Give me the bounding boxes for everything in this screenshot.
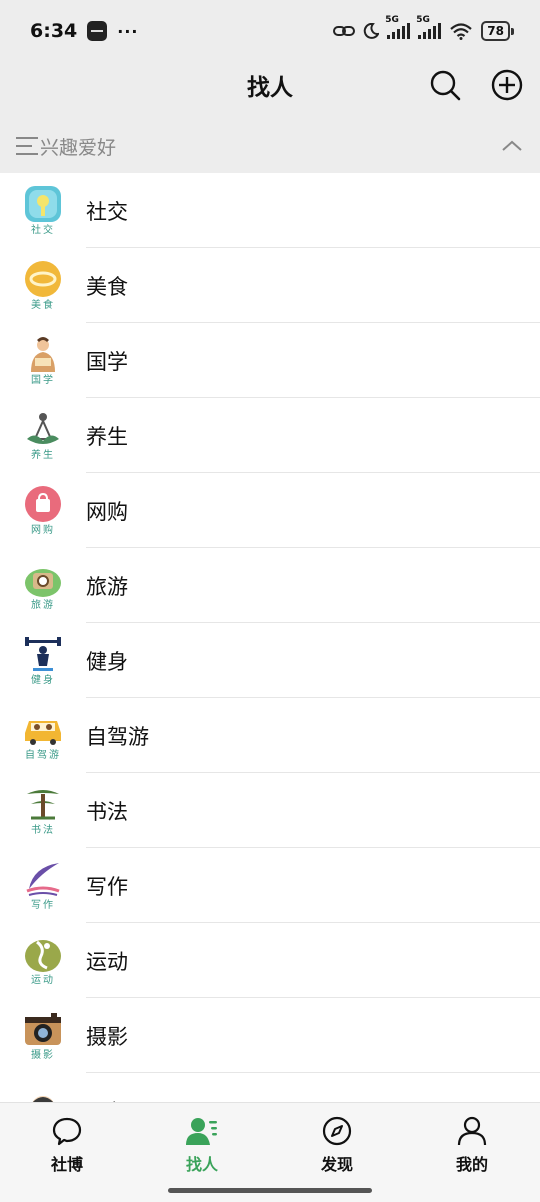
category-item-writing[interactable]: 写作 写作 <box>0 848 540 923</box>
social-icon <box>25 186 61 222</box>
chevron-up-icon[interactable] <box>500 134 524 158</box>
category-item-road-trip[interactable]: 自驾游 自驾游 <box>0 698 540 773</box>
category-label: 国学 <box>86 349 128 374</box>
category-item-photography[interactable]: 摄影 摄影 <box>0 998 540 1073</box>
icon-caption: 美食 <box>31 300 55 311</box>
profile-icon <box>457 1116 487 1146</box>
category-item-fitness[interactable]: 健身 健身 <box>0 623 540 698</box>
find-people-icon <box>186 1118 217 1145</box>
category-label: 养生 <box>86 424 128 449</box>
section-label: 兴趣爱好 <box>40 136 117 159</box>
category-label: 书法 <box>86 799 128 824</box>
category-label: 健身 <box>86 649 128 674</box>
icon-caption: 养生 <box>31 450 55 461</box>
compass-icon <box>322 1116 352 1146</box>
nav-tab-discover[interactable]: 发现 <box>297 1115 377 1175</box>
icon-caption: 社交 <box>31 225 55 236</box>
photography-icon <box>25 1013 61 1045</box>
shopping-icon <box>25 486 61 522</box>
category-label: 旅游 <box>86 574 128 599</box>
category-label: 网购 <box>86 499 128 524</box>
title-bar: 找人 <box>0 62 540 108</box>
nav-tab-weibo[interactable]: 社博 <box>27 1115 107 1175</box>
category-item-calligraphy[interactable]: 书法 书法 <box>0 773 540 848</box>
icon-caption: 国学 <box>31 375 55 386</box>
engineering-icon <box>32 1096 54 1102</box>
sports-icon <box>25 940 61 972</box>
icon-caption: 旅游 <box>31 600 55 611</box>
food-icon <box>25 261 61 297</box>
wellness-icon <box>27 413 59 444</box>
category-label: 写作 <box>86 874 128 899</box>
writing-icon <box>26 863 60 896</box>
icon-caption: 健身 <box>31 675 55 686</box>
category-item-travel[interactable]: 旅游 旅游 <box>0 548 540 623</box>
category-label: 美食 <box>86 274 128 299</box>
category-item-shopping[interactable]: 网购 网购 <box>0 473 540 548</box>
nav-tab-me[interactable]: 我的 <box>432 1115 512 1175</box>
nav-tab-find-people[interactable]: 找人 <box>162 1115 242 1175</box>
page-title: 找人 <box>247 75 293 101</box>
network-type-2: 5G <box>416 15 430 25</box>
icon-caption: 网购 <box>31 525 55 536</box>
icon-caption: 写作 <box>31 900 55 911</box>
category-label: 摄影 <box>86 1024 128 1049</box>
sinology-icon <box>31 337 55 372</box>
bottom-navigation: 社博 找人 发现 我的 <box>0 1102 540 1202</box>
category-list: 社交 社交 美食 美食 国学 国学 养生 养生 网购 网购 旅游 旅游 健身 健… <box>0 173 540 1102</box>
category-label: 自驾游 <box>86 724 149 749</box>
search-icon[interactable] <box>428 68 462 102</box>
category-label: 运动 <box>86 949 128 974</box>
category-label: 社交 <box>86 199 128 224</box>
network-type-1: 5G <box>385 15 399 25</box>
home-indicator[interactable] <box>168 1188 372 1193</box>
nav-label: 我的 <box>455 1155 488 1174</box>
status-bar: 6:34 ··· 5G 5G 78 <box>0 0 540 62</box>
chat-bubble-icon <box>52 1117 82 1146</box>
wifi-icon <box>450 23 473 40</box>
signal-icon-2: 5G <box>416 15 442 39</box>
category-item-social[interactable]: 社交 社交 <box>0 173 540 248</box>
category-item-sinology[interactable]: 国学 国学 <box>0 323 540 398</box>
nav-label: 找人 <box>185 1155 218 1174</box>
nav-label: 社博 <box>50 1155 83 1174</box>
icon-caption: 运动 <box>31 975 55 986</box>
icon-caption: 摄影 <box>31 1050 55 1061</box>
clock: 6:34 <box>30 20 78 42</box>
travel-icon <box>25 569 61 597</box>
interests-section-header[interactable]: 兴趣爱好 <box>0 124 540 168</box>
category-item-engineering[interactable]: 工程 <box>0 1073 540 1102</box>
more-notifications-icon: ··· <box>117 21 139 41</box>
road-trip-icon <box>25 721 61 745</box>
moon-icon <box>364 23 380 39</box>
link-icon <box>333 26 356 36</box>
battery-indicator: 78 <box>481 21 514 41</box>
voice-recorder-icon <box>87 21 108 41</box>
status-right: 5G 5G 78 <box>333 15 514 41</box>
add-icon[interactable] <box>490 68 524 102</box>
category-item-sports[interactable]: 运动 运动 <box>0 923 540 998</box>
category-item-food[interactable]: 美食 美食 <box>0 248 540 323</box>
calligraphy-icon <box>27 790 59 820</box>
fitness-icon <box>25 637 61 671</box>
icon-caption: 书法 <box>31 825 55 836</box>
category-item-wellness[interactable]: 养生 养生 <box>0 398 540 473</box>
status-left: 6:34 ··· <box>30 20 139 42</box>
icon-caption: 自驾游 <box>25 750 61 761</box>
menu-icon <box>16 137 38 155</box>
nav-label: 发现 <box>320 1155 353 1174</box>
signal-icon-1: 5G <box>385 15 411 39</box>
